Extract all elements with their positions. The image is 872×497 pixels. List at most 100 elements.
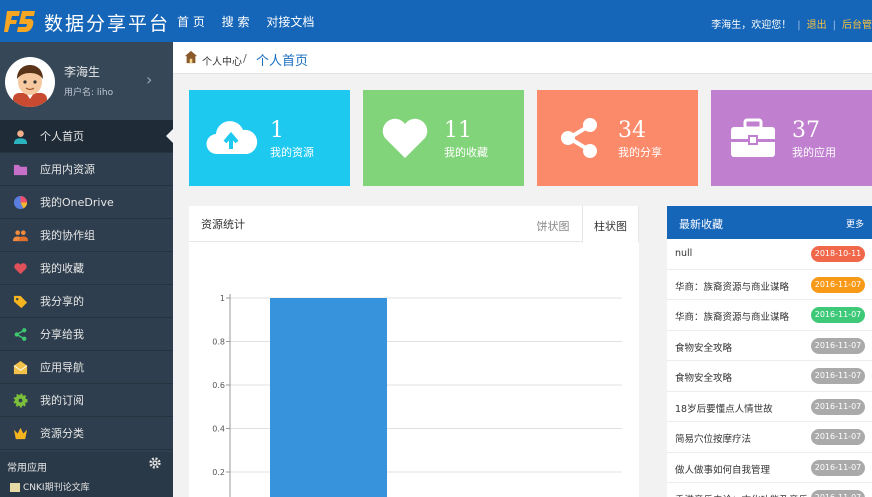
bar xyxy=(270,298,387,497)
tag-icon xyxy=(13,295,28,309)
sidebar-item-label: 我的订阅 xyxy=(40,394,84,407)
date-badge: 2016-11-07 xyxy=(811,307,865,323)
profile-panel[interactable]: 李海生 用户名: liho › xyxy=(0,42,173,120)
card-my-resources[interactable]: 1 我的资源 xyxy=(189,90,350,186)
favorite-title: 食物安全攻略 xyxy=(675,373,733,384)
sidebar-item-home[interactable]: 个人首页 xyxy=(0,120,173,153)
book-icon xyxy=(10,483,20,492)
heart-icon xyxy=(14,263,27,275)
favorite-title: 华商：族裔资源与商业谋略 xyxy=(675,281,790,293)
tab-bar-chart[interactable]: 柱状图 xyxy=(582,206,639,243)
y-tick-label: 0.2 xyxy=(212,468,225,477)
y-tick-label: 0.4 xyxy=(212,425,225,434)
favorites-header: 最新收藏 更多 xyxy=(667,206,872,239)
date-badge: 2016-11-07 xyxy=(811,490,865,497)
breadcrumb-parent[interactable]: 个人中心 xyxy=(202,53,242,68)
sidebar-item-subscriptions[interactable]: 我的订阅 xyxy=(0,384,173,417)
card-count: 34 xyxy=(618,118,646,143)
card-count: 1 xyxy=(270,118,284,143)
avatar xyxy=(5,57,55,107)
favorites-title: 最新收藏 xyxy=(679,218,723,231)
date-badge: 2016-11-07 xyxy=(811,368,865,384)
profile-account: 用户名: liho xyxy=(64,88,114,98)
list-item[interactable]: 食物安全攻略 2016-11-07 xyxy=(667,331,872,361)
breadcrumb: 个人中心 / 个人首页 xyxy=(173,42,872,74)
breadcrumb-current: 个人首页 xyxy=(256,54,309,69)
card-count: 11 xyxy=(444,118,472,143)
sidebar-item-categories[interactable]: 资源分类 xyxy=(0,417,173,450)
y-tick-label: 1 xyxy=(220,294,225,303)
common-app-cnki[interactable]: CNKI期刊论文库 xyxy=(10,480,90,493)
sidebar-item-label: 我的OneDrive xyxy=(40,196,114,209)
user-icon xyxy=(13,130,28,144)
bar-chart: 1 0.8 0.6 0.4 0.2 xyxy=(212,294,622,497)
list-item[interactable]: 食物安全攻略 2016-11-07 xyxy=(667,361,872,392)
sidebar-item-app-nav[interactable]: 应用导航 xyxy=(0,351,173,384)
list-item[interactable]: 香港音乐史论：文化功能及音乐2016-11-07 xyxy=(667,483,872,497)
sidebar-item-favorites[interactable]: 我的收藏 xyxy=(0,252,173,285)
sidebar: 李海生 用户名: liho › 个人首页 应用内资源 我的OneDrive 我的… xyxy=(0,42,173,497)
crown-icon xyxy=(13,427,28,440)
nav-home[interactable]: 首 页 xyxy=(177,15,205,29)
tab-pie-chart[interactable]: 饼状图 xyxy=(525,206,581,242)
sidebar-item-label: 我分享的 xyxy=(40,295,84,308)
share-icon xyxy=(14,328,27,341)
sidebar-item-label: 我的收藏 xyxy=(40,262,84,275)
sidebar-item-groups[interactable]: 我的协作组 xyxy=(0,219,173,252)
common-apps-title: 常用应用 xyxy=(7,463,47,474)
date-badge: 2016-11-07 xyxy=(811,429,865,445)
sidebar-item-app-resources[interactable]: 应用内资源 xyxy=(0,153,173,186)
stats-panel-header: 资源统计 饼状图 柱状图 xyxy=(189,206,639,243)
list-item[interactable]: 华商：族裔资源与商业谋略 2016-11-07 xyxy=(667,300,872,331)
list-item[interactable]: null 2018-10-11 xyxy=(667,239,872,270)
briefcase-icon xyxy=(731,118,775,157)
list-item[interactable]: 18岁后要懂点人情世故 2016-11-07 xyxy=(667,392,872,422)
sidebar-item-label: 我的协作组 xyxy=(40,229,95,242)
gear-icon xyxy=(13,393,28,408)
card-label: 我的应用 xyxy=(792,146,836,159)
card-label: 我的分享 xyxy=(618,146,662,159)
logout-link[interactable]: 退出 xyxy=(807,20,827,31)
cloud-upload-icon xyxy=(206,121,258,155)
envelope-icon xyxy=(13,360,28,375)
favorite-title: 做人做事如何自我管理 xyxy=(675,464,771,476)
more-link[interactable]: 更多 xyxy=(846,217,864,230)
favorite-title: null xyxy=(675,248,693,259)
sidebar-item-onedrive[interactable]: 我的OneDrive xyxy=(0,186,173,219)
list-item[interactable]: 简易穴位按摩疗法 2016-11-07 xyxy=(667,422,872,453)
group-icon xyxy=(13,230,28,242)
admin-link[interactable]: 后台管 xyxy=(842,20,872,31)
card-my-favorites[interactable]: 11 我的收藏 xyxy=(363,90,524,186)
app-root: 数据分享平台 首 页 搜 索 对接文档 李海生，欢迎您！ | 退出 | 后台管 李 xyxy=(0,0,872,497)
sidebar-item-label: 应用内资源 xyxy=(40,163,95,176)
share-icon xyxy=(561,118,597,158)
logo-icon xyxy=(4,11,35,32)
settings-gear-icon[interactable] xyxy=(148,456,162,470)
sidebar-item-my-shares[interactable]: 我分享的 xyxy=(0,285,173,318)
date-badge: 2016-11-07 xyxy=(811,459,865,476)
nav-docs[interactable]: 对接文档 xyxy=(266,15,314,29)
stats-title: 资源统计 xyxy=(201,218,245,231)
card-my-shares[interactable]: 34 我的分享 xyxy=(537,90,698,186)
nav-search[interactable]: 搜 索 xyxy=(222,15,250,29)
home-icon xyxy=(184,50,198,64)
date-badge: 2018-10-11 xyxy=(811,246,865,262)
sidebar-item-label: 资源分类 xyxy=(40,427,84,440)
card-my-apps[interactable]: 37 我的应用 xyxy=(711,90,872,186)
sidebar-item-label: 个人首页 xyxy=(40,130,84,143)
chevron-right-icon[interactable]: › xyxy=(146,70,152,89)
y-tick-label: 0.6 xyxy=(212,381,225,390)
date-badge: 2016-11-07 xyxy=(811,398,865,415)
sidebar-item-shared-with-me[interactable]: 分享给我 xyxy=(0,318,173,351)
brand-title: 数据分享平台 xyxy=(44,13,171,35)
sidebar-item-label: 应用导航 xyxy=(40,361,84,374)
common-apps: 常用应用 CNKI期刊论文库 xyxy=(0,452,173,497)
sidebar-menu: 个人首页 应用内资源 我的OneDrive 我的协作组 我的收藏 我分享的 分享… xyxy=(0,120,173,450)
divider: | xyxy=(797,20,801,31)
pie-icon xyxy=(13,195,28,210)
list-item[interactable]: 华商：族裔资源与商业谋略 2016-11-07 xyxy=(667,270,872,300)
common-app-label: CNKI期刊论文库 xyxy=(23,483,90,493)
list-item[interactable]: 做人做事如何自我管理 2016-11-07 xyxy=(667,453,872,483)
y-tick-label: 0.8 xyxy=(212,338,225,347)
sidebar-item-label: 分享给我 xyxy=(40,328,84,341)
